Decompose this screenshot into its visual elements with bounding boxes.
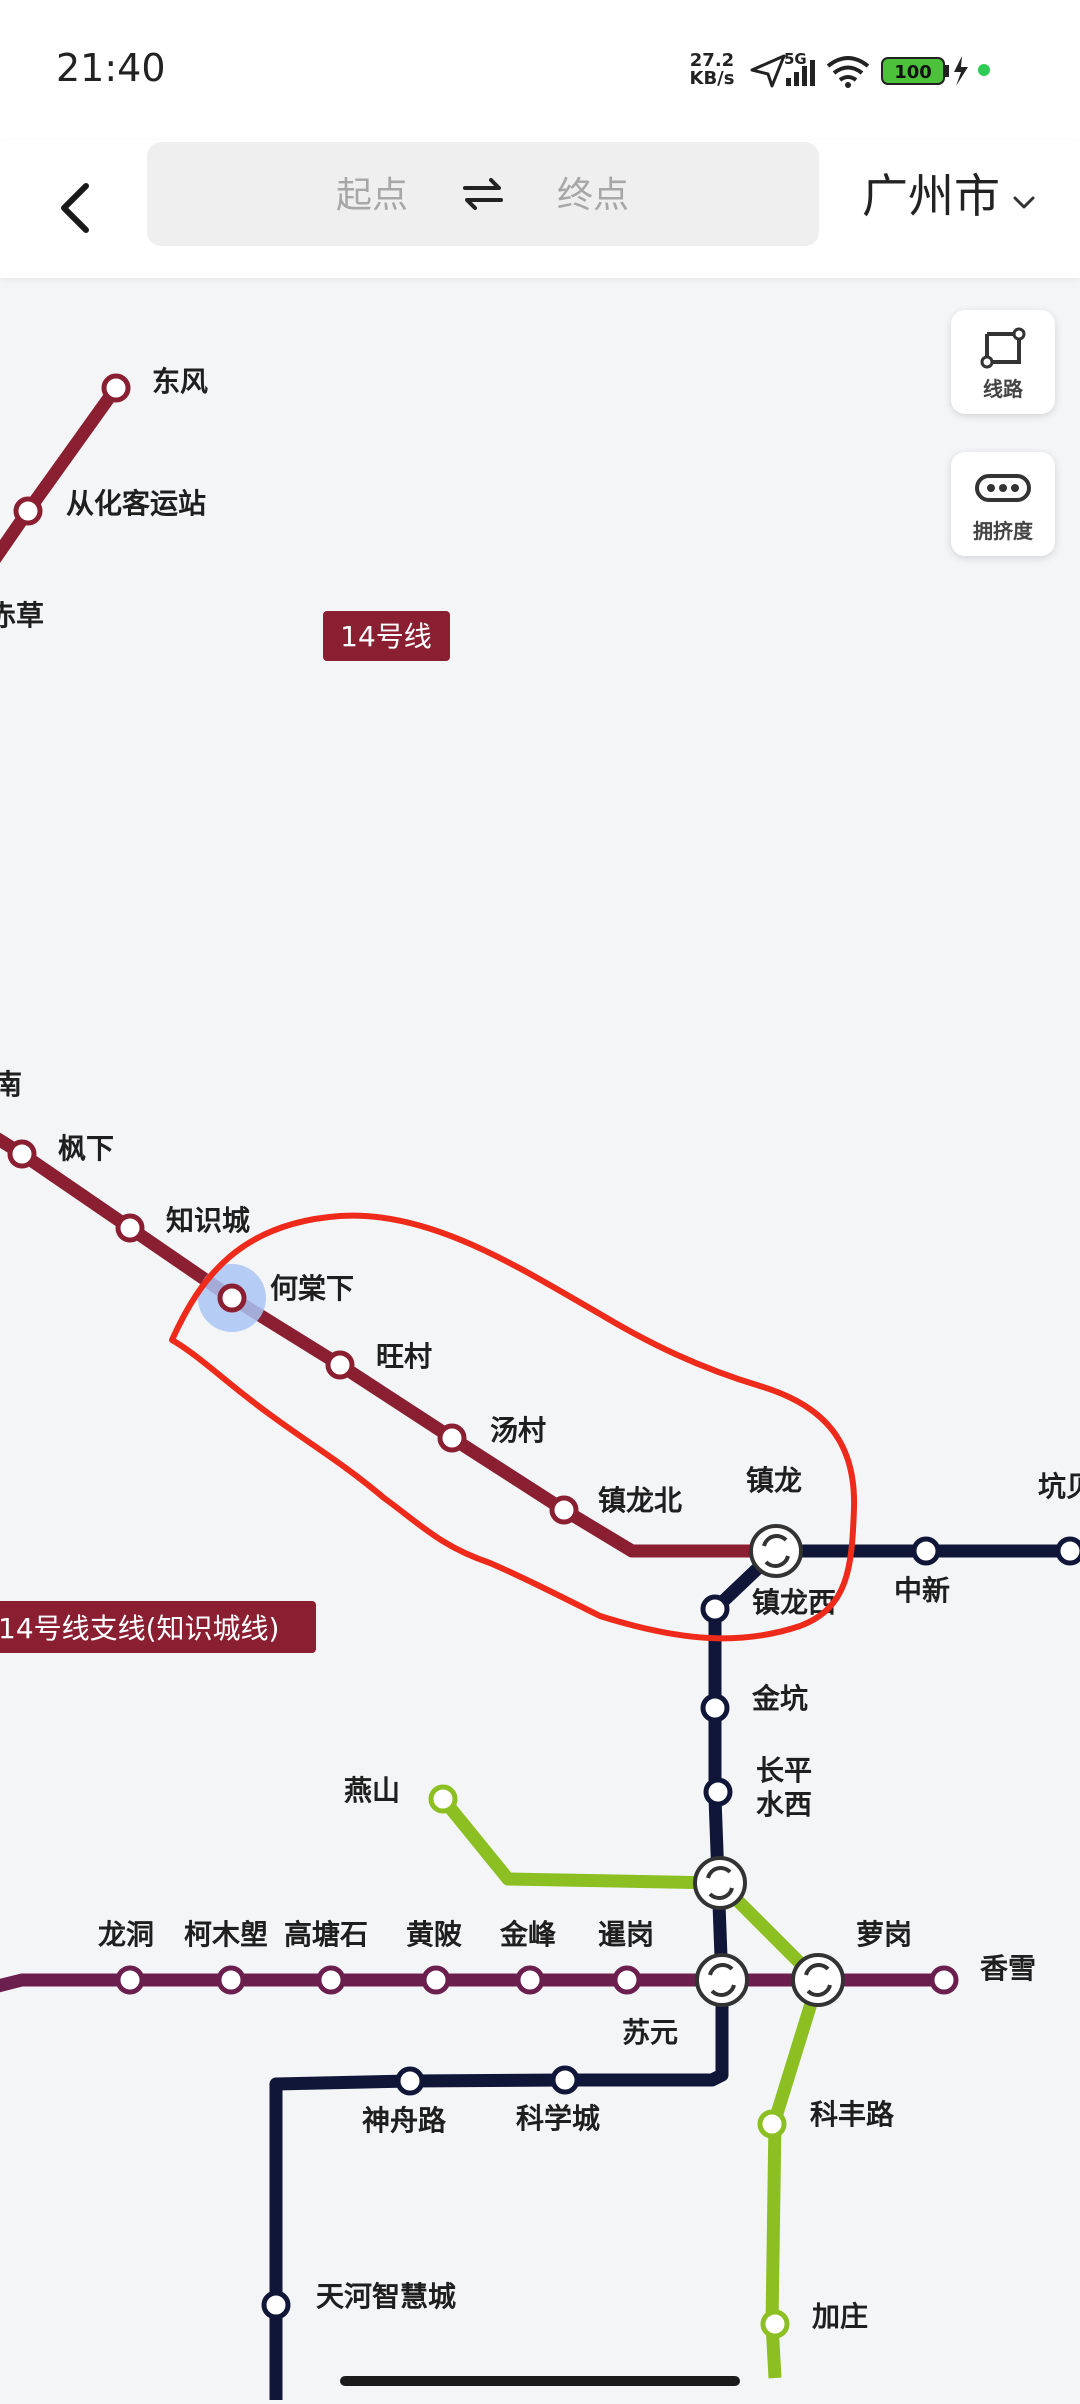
station-label[interactable]: 苏元 [622, 2016, 678, 2049]
metro-map-canvas[interactable]: 14号线 14号线支线(知识城线) 东风 从化客运站 赤草 南 枫下 知识城 何… [0, 278, 1080, 2400]
station-label[interactable]: 汤村 [490, 1414, 546, 1447]
line-14-upper [0, 384, 122, 563]
station-marker[interactable] [115, 1213, 145, 1243]
origin-input[interactable]: 起点 [292, 166, 452, 218]
green-line [437, 1794, 825, 2379]
station-marker[interactable] [261, 2290, 291, 2320]
wifi-icon [826, 56, 870, 88]
station-label[interactable]: 神舟路 [362, 2104, 447, 2137]
svg-text:14号线: 14号线 [340, 620, 432, 653]
station-marker[interactable] [101, 373, 131, 403]
crowding-button[interactable]: 拥挤度 [951, 452, 1055, 556]
interchange-xiangang-green[interactable] [693, 1856, 747, 1910]
station-label[interactable]: 科学城 [516, 2102, 600, 2135]
line-tag-14[interactable]: 14号线 [323, 611, 450, 661]
route-lines-icon [980, 327, 1026, 369]
station-label[interactable]: 长平 [756, 1754, 812, 1787]
city-selector[interactable]: 广州市 [862, 160, 1037, 223]
battery-icon: 100 [881, 57, 949, 85]
swap-arrows-icon [463, 178, 503, 210]
station-marker[interactable] [549, 1495, 579, 1525]
city-label: 广州市 [862, 169, 1000, 223]
station-label[interactable]: 天河智慧城 [316, 2280, 456, 2313]
station-label[interactable]: 坑贝 [1038, 1470, 1080, 1503]
station-marker[interactable] [13, 496, 43, 526]
svg-text:14号线支线(知识城线): 14号线支线(知识城线) [0, 1612, 279, 1645]
station-label[interactable]: 镇龙 [746, 1464, 802, 1497]
metro-map[interactable]: 14号线 14号线支线(知识城线) 东风 从化客运站 赤草 南 枫下 知识城 何… [0, 278, 1080, 2400]
station-label[interactable]: 高塘石 [284, 1918, 368, 1951]
station-marker[interactable] [612, 1965, 642, 1995]
line-tag-14-branch[interactable]: 14号线支线(知识城线) [0, 1601, 316, 1653]
station-label[interactable]: 萝岗 [856, 1918, 912, 1951]
network-type: 5G [784, 50, 807, 68]
station-label[interactable]: 镇龙北 [598, 1484, 682, 1517]
station-label[interactable]: 加庄 [812, 2300, 868, 2333]
destination-input[interactable]: 终点 [513, 166, 673, 218]
charging-icon [954, 56, 968, 86]
interchange-luogang[interactable] [791, 1953, 845, 2007]
station-label[interactable]: 燕山 [344, 1774, 400, 1807]
station-label[interactable]: 暹岗 [598, 1918, 654, 1951]
station-marker[interactable] [421, 1965, 451, 1995]
status-bar: 21:40 27.2 KB/s 5G 100 [0, 0, 1080, 140]
back-button[interactable] [48, 170, 104, 246]
station-marker[interactable] [550, 2065, 580, 2095]
routes-button[interactable]: 线路 [951, 310, 1055, 414]
station-marker[interactable] [760, 2309, 790, 2339]
station-marker[interactable] [115, 1965, 145, 1995]
crowding-icon [975, 474, 1031, 502]
station-label[interactable]: 水西 [756, 1788, 812, 1821]
station-marker[interactable] [911, 1536, 941, 1566]
station-label[interactable]: 赤草 [0, 599, 44, 632]
location-arrow-icon [750, 54, 786, 88]
station-marker[interactable] [515, 1965, 545, 1995]
station-label[interactable]: 金峰 [499, 1918, 556, 1951]
station-label[interactable]: 南 [0, 1068, 22, 1101]
station-label[interactable]: 何棠下 [270, 1272, 354, 1305]
swap-button[interactable] [459, 170, 507, 218]
routes-label: 线路 [983, 377, 1023, 401]
station-marker[interactable] [703, 1777, 733, 1807]
station-label[interactable]: 中新 [894, 1574, 950, 1607]
station-marker[interactable] [700, 1594, 730, 1624]
route-input-box: 起点 终点 [147, 142, 819, 246]
station-marker[interactable] [7, 1139, 37, 1169]
station-label[interactable]: 知识城 [166, 1204, 250, 1237]
station-label[interactable]: 旺村 [376, 1340, 432, 1373]
status-icons: 5G 100 [750, 50, 990, 88]
battery-level: 100 [894, 62, 932, 83]
station-label[interactable]: 黄陂 [406, 1918, 462, 1951]
chevron-left-icon [61, 183, 89, 233]
station-label[interactable]: 枫下 [58, 1132, 114, 1165]
station-marker[interactable] [929, 1965, 959, 1995]
network-speed: 27.2 KB/s [686, 52, 738, 88]
home-indicator[interactable] [340, 2376, 740, 2386]
chevron-down-icon [1013, 196, 1035, 209]
station-marker[interactable] [395, 2066, 425, 2096]
station-marker[interactable] [316, 1965, 346, 1995]
station-label[interactable]: 从化客运站 [66, 487, 206, 520]
station-marker-selected[interactable] [217, 1283, 247, 1313]
status-time: 21:40 [56, 46, 166, 90]
network-speed-unit: KB/s [689, 68, 735, 89]
station-marker[interactable] [428, 1784, 458, 1814]
station-label[interactable]: 香雪 [980, 1952, 1036, 1985]
station-label[interactable]: 科丰路 [810, 2098, 895, 2131]
station-label[interactable]: 东风 [152, 365, 208, 398]
search-header: 起点 终点 广州市 [0, 140, 1080, 278]
station-label[interactable]: 柯木塱 [184, 1918, 268, 1951]
station-marker[interactable] [325, 1350, 355, 1380]
station-marker[interactable] [700, 1693, 730, 1723]
interchange-zhenlong[interactable] [749, 1524, 803, 1578]
station-marker[interactable] [1055, 1536, 1080, 1566]
station-marker[interactable] [757, 2109, 787, 2139]
station-marker[interactable] [437, 1423, 467, 1453]
station-marker[interactable] [216, 1965, 246, 1995]
station-label[interactable]: 金坑 [751, 1682, 808, 1715]
interchange-suyuan[interactable] [695, 1953, 749, 2007]
crowding-label: 拥挤度 [973, 519, 1033, 543]
notification-dot-icon [978, 64, 990, 76]
station-label[interactable]: 龙洞 [98, 1918, 154, 1951]
